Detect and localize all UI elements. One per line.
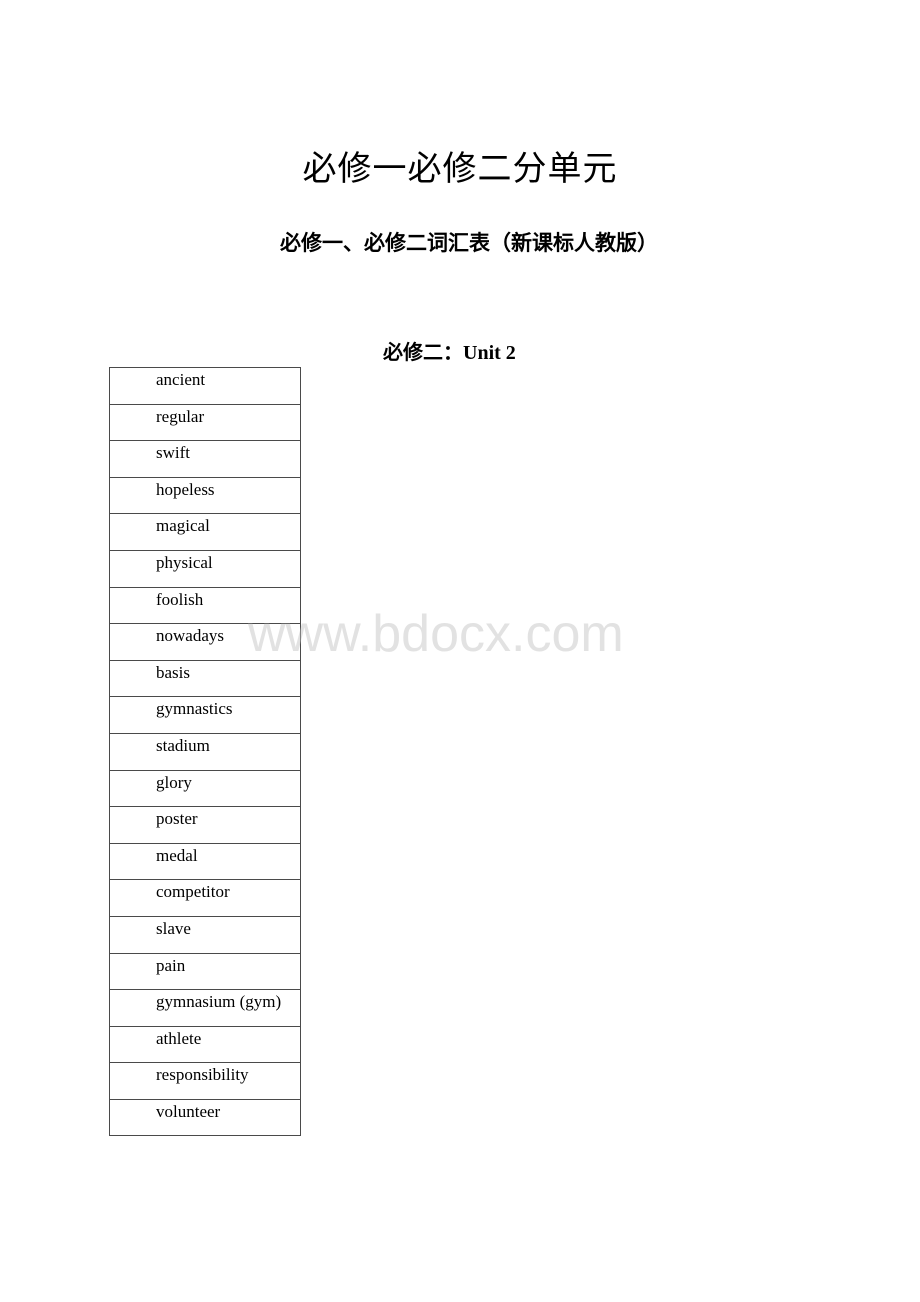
vocabulary-cell: slave (109, 915, 301, 954)
table-row: pain (109, 952, 301, 991)
vocabulary-word: poster (156, 809, 198, 829)
vocabulary-cell: medal (109, 842, 301, 881)
table-row: volunteer (109, 1098, 301, 1137)
table-row: responsibility (109, 1062, 301, 1100)
vocabulary-cell: gymnasium (gym) (109, 989, 301, 1027)
vocabulary-table: ancient regular swift hopeless magical p… (109, 367, 301, 1137)
vocabulary-word: magical (156, 516, 210, 536)
vocabulary-word: competitor (156, 882, 230, 902)
vocabulary-word: responsibility (156, 1065, 249, 1085)
vocabulary-word: swift (156, 443, 190, 463)
vocabulary-word: athlete (156, 1028, 202, 1048)
vocabulary-cell: athlete (109, 1025, 301, 1064)
vocabulary-cell: regular (109, 403, 301, 442)
table-row: ancient (109, 367, 301, 405)
watermark: www.bdocx.com (248, 605, 624, 663)
table-row: athlete (109, 1025, 301, 1064)
table-row: regular (109, 403, 301, 442)
vocabulary-cell: responsibility (109, 1062, 301, 1100)
table-row: competitor (109, 879, 301, 917)
vocabulary-word: medal (156, 845, 198, 865)
vocabulary-cell: volunteer (109, 1098, 301, 1137)
vocabulary-word: regular (156, 406, 205, 426)
vocabulary-cell: nowadays (109, 623, 301, 661)
document-title: 必修一必修二分单元 (302, 151, 618, 188)
vocabulary-cell: ancient (109, 367, 301, 405)
vocabulary-cell: pain (109, 952, 301, 991)
vocabulary-word: basis (156, 662, 190, 682)
table-row: hopeless (109, 476, 301, 515)
document-subtitle: 必修一、必修二词汇表（新课标人教版） (280, 231, 658, 255)
table-row: gymnasium (gym) (109, 989, 301, 1027)
vocabulary-cell: glory (109, 769, 301, 808)
vocabulary-cell: poster (109, 806, 301, 844)
table-row: poster (109, 806, 301, 844)
table-row: stadium (109, 732, 301, 771)
vocabulary-cell: hopeless (109, 476, 301, 515)
vocabulary-cell: physical (109, 549, 301, 588)
vocabulary-cell: gymnastics (109, 696, 301, 734)
vocabulary-cell: swift (109, 440, 301, 478)
table-row: glory (109, 769, 301, 808)
vocabulary-cell: foolish (109, 586, 301, 625)
table-row: slave (109, 915, 301, 954)
table-row: nowadays (109, 623, 301, 661)
vocabulary-word: physical (156, 552, 213, 572)
table-row: medal (109, 842, 301, 881)
vocabulary-cell: stadium (109, 732, 301, 771)
table-row: magical (109, 513, 301, 551)
table-row: foolish (109, 586, 301, 625)
vocabulary-word: volunteer (156, 1101, 221, 1121)
vocabulary-word: foolish (156, 589, 204, 609)
table-row: physical (109, 549, 301, 588)
table-row: swift (109, 440, 301, 478)
vocabulary-cell: competitor (109, 879, 301, 917)
vocabulary-word: nowadays (156, 626, 224, 646)
vocabulary-word: hopeless (156, 479, 215, 499)
vocabulary-word: gymnasium (gym) (156, 992, 282, 1012)
vocabulary-cell: magical (109, 513, 301, 551)
section-heading: 必修二：Unit 2 (383, 342, 516, 364)
vocabulary-word: stadium (156, 735, 210, 755)
table-row: gymnastics (109, 696, 301, 734)
vocabulary-word: gymnastics (156, 699, 233, 719)
table-row: basis (109, 659, 301, 698)
vocabulary-cell: basis (109, 659, 301, 698)
vocabulary-word: pain (156, 955, 186, 975)
vocabulary-word: ancient (156, 370, 206, 389)
vocabulary-word: slave (156, 918, 191, 938)
vocabulary-word: glory (156, 772, 192, 792)
